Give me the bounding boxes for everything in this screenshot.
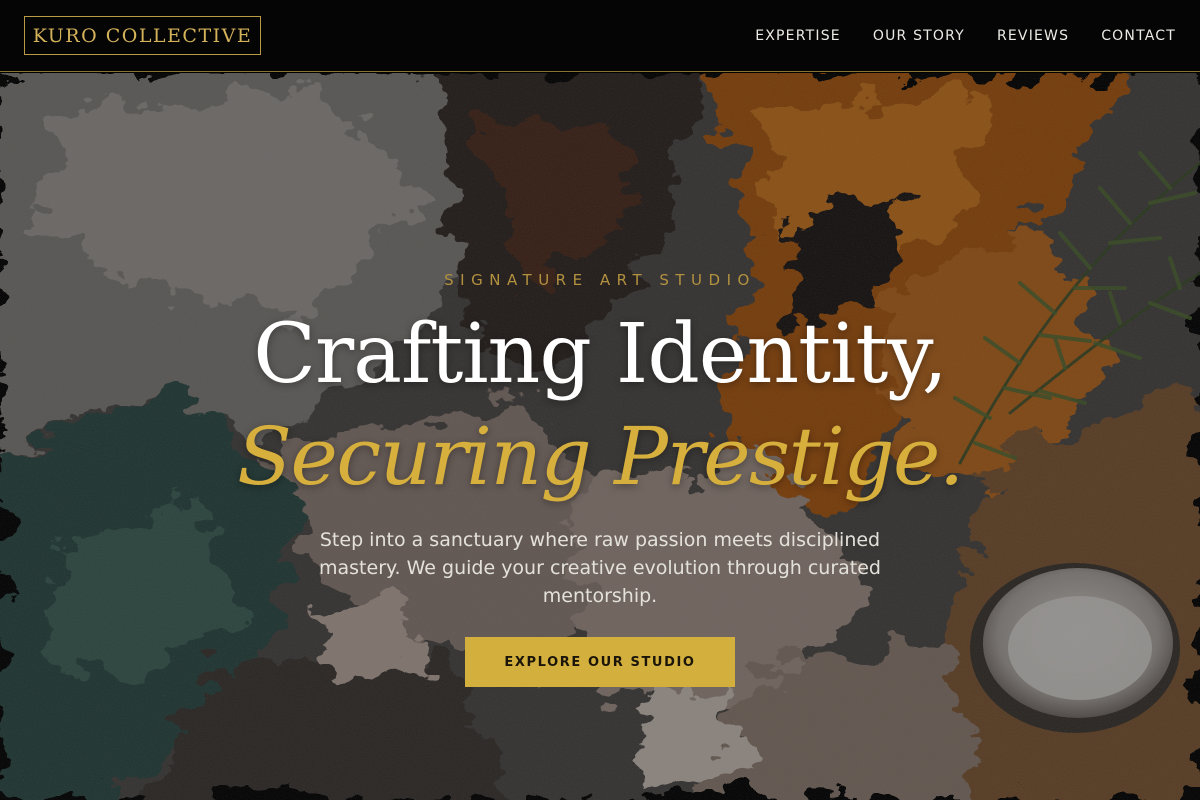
- nav-item-expertise[interactable]: EXPERTISE: [755, 28, 841, 44]
- nav-item-reviews[interactable]: REVIEWS: [997, 28, 1069, 44]
- hero-content: SIGNATURE ART STUDIO Crafting Identity, …: [0, 73, 1200, 800]
- hero-description: Step into a sanctuary where raw passion …: [319, 529, 881, 607]
- nav-item-our-story[interactable]: OUR STORY: [873, 28, 965, 44]
- landing-page: KURO COLLECTIVE EXPERTISE OUR STORY REVI…: [0, 0, 1200, 800]
- main-nav: EXPERTISE OUR STORY REVIEWS CONTACT: [755, 0, 1176, 72]
- hero-title-line1: Crafting Identity,: [253, 307, 948, 402]
- hero-eyebrow: SIGNATURE ART STUDIO: [444, 271, 756, 289]
- hero-title-line2: Securing Prestige.: [237, 410, 964, 503]
- brand-logo[interactable]: KURO COLLECTIVE: [24, 16, 261, 55]
- explore-studio-button[interactable]: EXPLORE OUR STUDIO: [465, 637, 735, 687]
- nav-item-contact[interactable]: CONTACT: [1101, 28, 1176, 44]
- site-header: KURO COLLECTIVE EXPERTISE OUR STORY REVI…: [0, 0, 1200, 72]
